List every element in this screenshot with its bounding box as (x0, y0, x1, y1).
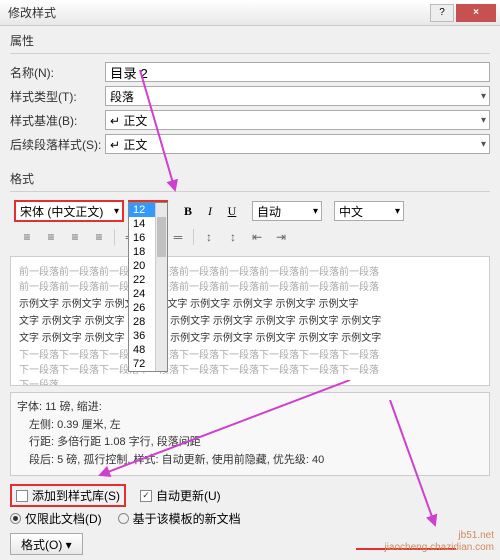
lang-select[interactable]: 中文 (334, 201, 404, 221)
indent-right-icon[interactable]: ⇥ (272, 228, 290, 246)
format-description: 字体: 11 磅, 缩进: 左侧: 0.39 厘米, 左 行距: 多倍行距 1.… (10, 392, 490, 476)
close-button[interactable]: × (456, 4, 496, 22)
para-after-icon[interactable]: ↕ (224, 228, 242, 246)
underline-button[interactable]: U (224, 204, 240, 219)
only-doc-label: 仅限此文档(D) (25, 510, 102, 527)
align-left-icon[interactable]: ≡ (18, 228, 36, 246)
auto-update-checkbox[interactable]: ✓ (140, 490, 152, 502)
italic-button[interactable]: I (202, 204, 218, 219)
window-title: 修改样式 (4, 4, 428, 21)
base-label: 样式基准(B): (10, 112, 105, 129)
align-justify-icon[interactable]: ≡ (90, 228, 108, 246)
template-label: 基于该模板的新文档 (133, 510, 241, 527)
bold-button[interactable]: B (180, 204, 196, 219)
name-label: 名称(N): (10, 64, 105, 81)
section-format: 格式 (0, 164, 500, 189)
type-label: 样式类型(T): (10, 88, 105, 105)
font-select[interactable]: 宋体 (中文正文) (14, 200, 124, 222)
only-doc-radio[interactable] (10, 513, 21, 524)
font-size-dropdown[interactable]: 12 14 16 18 20 22 24 26 28 36 48 72 (128, 202, 168, 372)
spacing-3-icon[interactable]: ═ (169, 228, 187, 246)
indent-left-icon[interactable]: ⇤ (248, 228, 266, 246)
name-input[interactable] (105, 62, 490, 82)
align-center-icon[interactable]: ≡ (42, 228, 60, 246)
watermark: jb51.net jiaocheng.chazidian.com (384, 530, 494, 554)
para-before-icon[interactable]: ↕ (200, 228, 218, 246)
base-select[interactable]: ↵ 正文 (105, 110, 490, 130)
template-radio[interactable] (118, 513, 129, 524)
color-select[interactable]: 自动 (252, 201, 322, 221)
preview-pane: 前一段落前一段落前一段落前一段落前一段落前一段落前一段落前一段落前一段落 前一段… (10, 256, 490, 386)
align-right-icon[interactable]: ≡ (66, 228, 84, 246)
auto-update-label: 自动更新(U) (156, 487, 221, 504)
format-menu-button[interactable]: 格式(O) ▾ (10, 533, 83, 555)
next-label: 后续段落样式(S): (10, 136, 105, 153)
scrollbar[interactable] (155, 203, 167, 371)
help-button[interactable]: ? (430, 4, 454, 22)
next-select[interactable]: ↵ 正文 (105, 134, 490, 154)
add-to-gallery-label: 添加到样式库(S) (32, 487, 120, 504)
add-to-gallery-checkbox[interactable] (16, 490, 28, 502)
section-properties: 属性 (0, 26, 500, 51)
type-select[interactable]: 段落 (105, 86, 490, 106)
